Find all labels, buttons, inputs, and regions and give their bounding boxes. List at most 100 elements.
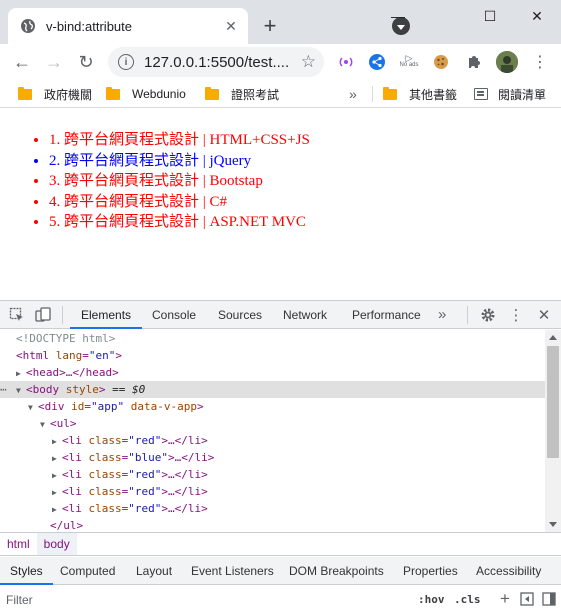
address-bar[interactable]: i 127.0.0.1:5500/test.... ☆	[108, 47, 324, 77]
dom-line-body[interactable]: ⋯ ▼ <body style> == $0	[0, 381, 545, 398]
browser-toolbar: ← → ↻ i 127.0.0.1:5500/test.... ☆ ▷ No a…	[0, 44, 561, 80]
tab-properties[interactable]: Properties	[403, 557, 458, 585]
reading-list-button[interactable]: 閱讀清單	[474, 85, 546, 103]
new-style-rule-button[interactable]: +	[497, 589, 513, 608]
tab-styles[interactable]: Styles	[0, 557, 53, 585]
no-ads-icon[interactable]: ▷ No ads	[399, 52, 419, 72]
folder-icon	[106, 86, 120, 100]
tab-network[interactable]: Network	[283, 301, 327, 329]
bookmark-folder-gov[interactable]: 政府機關	[18, 85, 92, 103]
attr-name: class	[88, 468, 122, 481]
doctype-text: <!DOCTYPE html>	[16, 332, 116, 345]
toggle-element-state-icon[interactable]	[519, 591, 535, 607]
tab-computed[interactable]: Computed	[60, 557, 115, 585]
tab-performance[interactable]: Performance	[352, 301, 421, 329]
collapse-triangle-icon[interactable]: ▼	[40, 416, 50, 433]
device-toolbar-icon[interactable]	[34, 306, 52, 324]
tab-layout[interactable]: Layout	[136, 557, 172, 585]
dom-line-ul-close[interactable]: </ul>	[0, 517, 545, 532]
dom-line-li[interactable]: ▶ <li class="red">…</li>	[0, 432, 545, 449]
expand-triangle-icon[interactable]: ▶	[52, 501, 62, 518]
forward-button[interactable]: →	[42, 50, 66, 74]
expand-triangle-icon[interactable]: ▶	[52, 467, 62, 484]
collapse-triangle-icon[interactable]: ▼	[16, 382, 26, 399]
tab-title: v-bind:attribute	[46, 18, 132, 34]
tag-text: …</li>	[174, 451, 215, 464]
scroll-down-icon[interactable]	[549, 522, 557, 527]
tab-event-listeners[interactable]: Event Listeners	[191, 557, 274, 585]
back-button[interactable]: ←	[10, 50, 34, 74]
gear-icon[interactable]	[479, 306, 497, 324]
breadcrumb-body[interactable]: body	[36, 533, 77, 555]
globe-icon	[20, 18, 36, 34]
hover-state-button[interactable]: :hov	[418, 591, 445, 609]
bookmarks-overflow-button[interactable]: »	[349, 85, 357, 103]
bookmark-folder-other[interactable]: 其他書籤	[383, 85, 457, 103]
browser-menu-button[interactable]: ⋮	[530, 52, 550, 72]
dom-line-li[interactable]: ▶ <li class="red">…</li>	[0, 500, 545, 517]
tab-console[interactable]: Console	[152, 301, 196, 329]
close-window-button[interactable]: ✕	[514, 0, 560, 32]
tag-text: …</li>	[168, 468, 208, 481]
reload-button[interactable]: ↻	[74, 50, 98, 74]
share-icon[interactable]	[367, 52, 387, 72]
tag-text: …</li>	[168, 434, 208, 447]
selected-node-marker: == $0	[112, 383, 146, 396]
avatar[interactable]	[496, 51, 518, 73]
dom-scrollbar[interactable]	[545, 330, 561, 532]
dom-line-html[interactable]: <html lang="en">	[0, 347, 545, 364]
collapse-triangle-icon[interactable]: ▼	[28, 399, 38, 416]
browser-tab[interactable]: v-bind:attribute ✕	[8, 8, 248, 44]
dom-line-li[interactable]: ▶ <li class="red">…</li>	[0, 483, 545, 500]
devtools-tabbar: Elements Console Sources Network Perform…	[0, 301, 561, 329]
dom-line-li[interactable]: ▶ <li class="red">…</li>	[0, 466, 545, 483]
podcast-icon[interactable]	[336, 52, 356, 72]
puzzle-icon[interactable]	[464, 52, 484, 72]
scrollbar-thumb[interactable]	[547, 346, 559, 458]
attr-name: style	[65, 383, 99, 396]
expand-triangle-icon[interactable]: ▶	[52, 450, 62, 467]
bookmark-label: 其他書籤	[409, 87, 458, 102]
maximize-icon: ☐	[483, 7, 497, 24]
no-ads-label: No ads	[399, 62, 419, 68]
bookmark-label: Webdunio	[132, 87, 186, 101]
maximize-button[interactable]: ☐	[467, 0, 513, 32]
tab-close-icon[interactable]: ✕	[222, 17, 240, 35]
styles-filter-input[interactable]	[6, 590, 396, 610]
breadcrumb-html[interactable]: html	[0, 533, 37, 555]
new-tab-button[interactable]: +	[258, 14, 282, 38]
dom-line-li[interactable]: ▶ <li class="blue">…</li>	[0, 449, 545, 466]
dom-line-doctype[interactable]: <!DOCTYPE html>	[0, 330, 545, 347]
tag-text: >	[161, 485, 168, 498]
dom-line-div-app[interactable]: ▼ <div id="app" data-v-app>	[0, 398, 545, 415]
bookmark-folder-cert[interactable]: 證照考試	[205, 85, 279, 103]
page-viewport: 1. 跨平台網頁程式設計 | HTML+CSS+JS 2. 跨平台網頁程式設計 …	[0, 108, 561, 300]
dom-line-ul[interactable]: ▼ <ul>	[0, 415, 545, 432]
expand-triangle-icon[interactable]: ▶	[16, 365, 26, 382]
scroll-up-icon[interactable]	[549, 335, 557, 340]
tab-dom-breakpoints[interactable]: DOM Breakpoints	[289, 557, 384, 585]
expand-triangle-icon[interactable]: ▶	[52, 484, 62, 501]
inspect-element-icon[interactable]	[8, 306, 26, 324]
close-devtools-icon[interactable]: ✕	[535, 306, 553, 324]
more-tabs-button[interactable]: »	[438, 301, 446, 329]
minimize-button[interactable]: —	[375, 0, 421, 32]
tab-sources[interactable]: Sources	[218, 301, 262, 329]
tab-accessibility[interactable]: Accessibility	[476, 557, 541, 585]
tag-text: >	[196, 400, 204, 413]
tag-text: <body	[26, 383, 60, 396]
tag-text: <html	[16, 349, 50, 362]
tab-elements[interactable]: Elements	[70, 301, 143, 329]
cookie-icon[interactable]	[431, 52, 451, 72]
devtools-menu-icon[interactable]: ⋮	[507, 306, 525, 324]
attr-name: class	[88, 502, 122, 515]
expand-triangle-icon[interactable]: ▶	[52, 433, 62, 450]
site-info-icon[interactable]: i	[118, 54, 134, 70]
tag-text: <li	[62, 502, 82, 515]
bookmark-folder-webdunio[interactable]: Webdunio	[106, 85, 186, 103]
bookmark-star-icon[interactable]: ☆	[301, 52, 316, 72]
tag-text: <ul>	[50, 417, 77, 430]
sidebar-toggle-icon[interactable]	[541, 591, 557, 607]
class-toggle-button[interactable]: .cls	[454, 591, 481, 609]
dom-line-head[interactable]: ▶ <head>…</head>	[0, 364, 545, 381]
